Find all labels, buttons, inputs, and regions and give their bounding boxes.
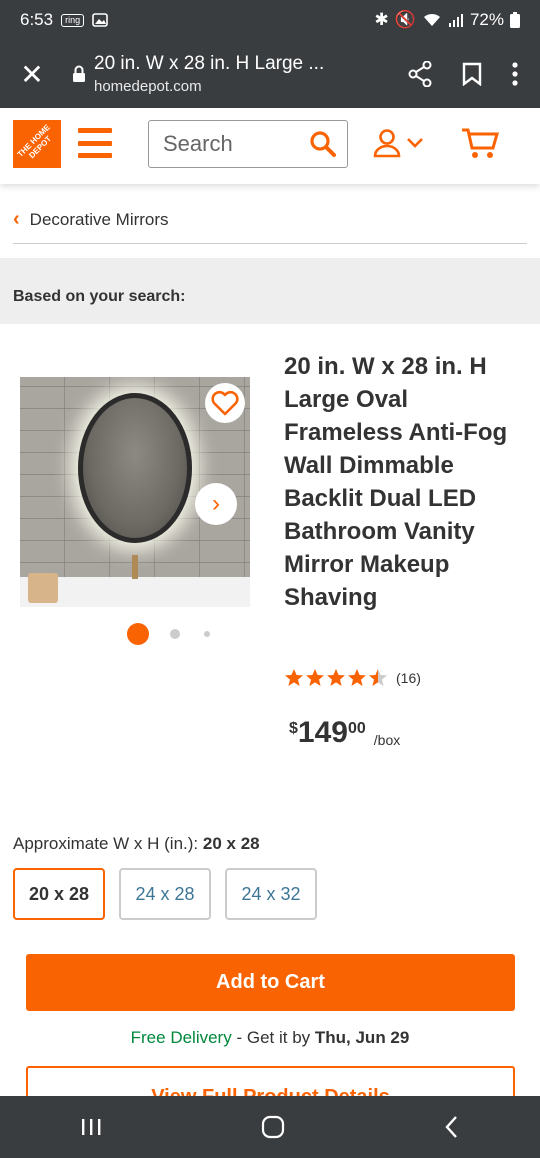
size-option-20x28[interactable]: 20 x 28 xyxy=(13,868,105,920)
mirror-illustration xyxy=(78,393,192,543)
status-bar: 6:53 ring ✱ 🔇 72% xyxy=(0,0,540,40)
price-cents: 00 xyxy=(347,720,366,737)
free-delivery-label: Free Delivery xyxy=(130,1028,232,1047)
page-tab-title: 20 in. W x 28 in. H Large ... xyxy=(94,53,325,74)
product-title[interactable]: 20 in. W x 28 in. H Large Oval Frameless… xyxy=(284,350,524,614)
add-to-cart-button[interactable]: Add to Cart xyxy=(26,954,515,1011)
clock: 6:53 xyxy=(20,10,54,29)
bluetooth-icon: ✱ xyxy=(374,10,389,29)
url-display[interactable]: 20 in. W x 28 in. H Large ... homedepot.… xyxy=(94,53,408,95)
more-icon[interactable] xyxy=(512,62,518,86)
account-icon xyxy=(373,129,401,158)
page-domain: homedepot.com xyxy=(94,78,202,95)
battery-level: 72% xyxy=(469,10,504,29)
system-nav-bar xyxy=(0,1096,540,1158)
recents-icon[interactable] xyxy=(80,1117,102,1137)
image-carousel-dots xyxy=(127,623,210,645)
section-bar: Based on your search: xyxy=(0,258,540,324)
bookmark-icon[interactable] xyxy=(462,62,482,86)
account-menu[interactable] xyxy=(372,128,424,158)
carousel-dot[interactable] xyxy=(170,629,180,639)
price-unit: /box xyxy=(373,732,401,748)
hamburger-icon[interactable] xyxy=(78,128,112,158)
delivery-date: Thu, Jun 29 xyxy=(314,1028,410,1047)
price-dollars: 149 xyxy=(297,716,348,749)
search-placeholder: Search xyxy=(163,131,233,156)
size-option-24x32[interactable]: 24 x 32 xyxy=(225,868,317,920)
search-icon[interactable] xyxy=(299,130,347,158)
site-header: THE HOME DEPOT Search xyxy=(0,108,540,184)
lock-icon xyxy=(64,65,94,83)
wifi-icon xyxy=(423,13,440,26)
heart-icon[interactable] xyxy=(205,383,245,423)
size-options: 20 x 28 24 x 28 24 x 32 xyxy=(13,868,317,920)
chevron-down-icon xyxy=(407,138,423,148)
review-count[interactable]: (16) xyxy=(396,670,421,686)
carousel-dot-active[interactable] xyxy=(127,623,149,645)
chevron-left-icon: ‹ xyxy=(13,208,20,230)
star-rating-icon xyxy=(285,669,387,686)
carousel-dot[interactable] xyxy=(204,631,210,637)
product-price: $ 149 00 /box xyxy=(289,716,400,750)
back-icon[interactable] xyxy=(444,1115,460,1139)
size-option-label: Approximate W x H (in.): 20 x 28 xyxy=(13,834,260,853)
breadcrumb[interactable]: ‹ Decorative Mirrors xyxy=(13,196,527,244)
battery-icon xyxy=(510,12,520,28)
delivery-middle: - Get it by xyxy=(231,1028,315,1047)
product-rating[interactable]: (16) xyxy=(284,668,421,688)
size-option-24x28[interactable]: 24 x 28 xyxy=(119,868,211,920)
browser-toolbar: ✕ 20 in. W x 28 in. H Large ... homedepo… xyxy=(0,40,540,108)
gallery-notification-icon xyxy=(92,13,108,27)
home-depot-logo[interactable]: THE HOME DEPOT xyxy=(13,120,61,168)
breadcrumb-label: Decorative Mirrors xyxy=(29,209,169,229)
size-option-selected: 20 x 28 xyxy=(202,834,260,853)
delivery-info: Free Delivery - Get it by Thu, Jun 29 xyxy=(0,1028,540,1048)
close-icon[interactable]: ✕ xyxy=(0,58,64,91)
share-icon[interactable] xyxy=(408,61,432,87)
signal-icon xyxy=(448,14,463,27)
chevron-right-icon[interactable]: › xyxy=(195,483,237,525)
mute-icon: 🔇 xyxy=(394,10,416,29)
section-heading: Based on your search: xyxy=(13,288,186,305)
home-icon[interactable] xyxy=(261,1115,285,1139)
search-input[interactable]: Search xyxy=(148,120,348,168)
price-currency: $ xyxy=(289,720,298,737)
cart-icon[interactable] xyxy=(460,126,500,165)
ring-notification-icon: ring xyxy=(61,13,85,27)
